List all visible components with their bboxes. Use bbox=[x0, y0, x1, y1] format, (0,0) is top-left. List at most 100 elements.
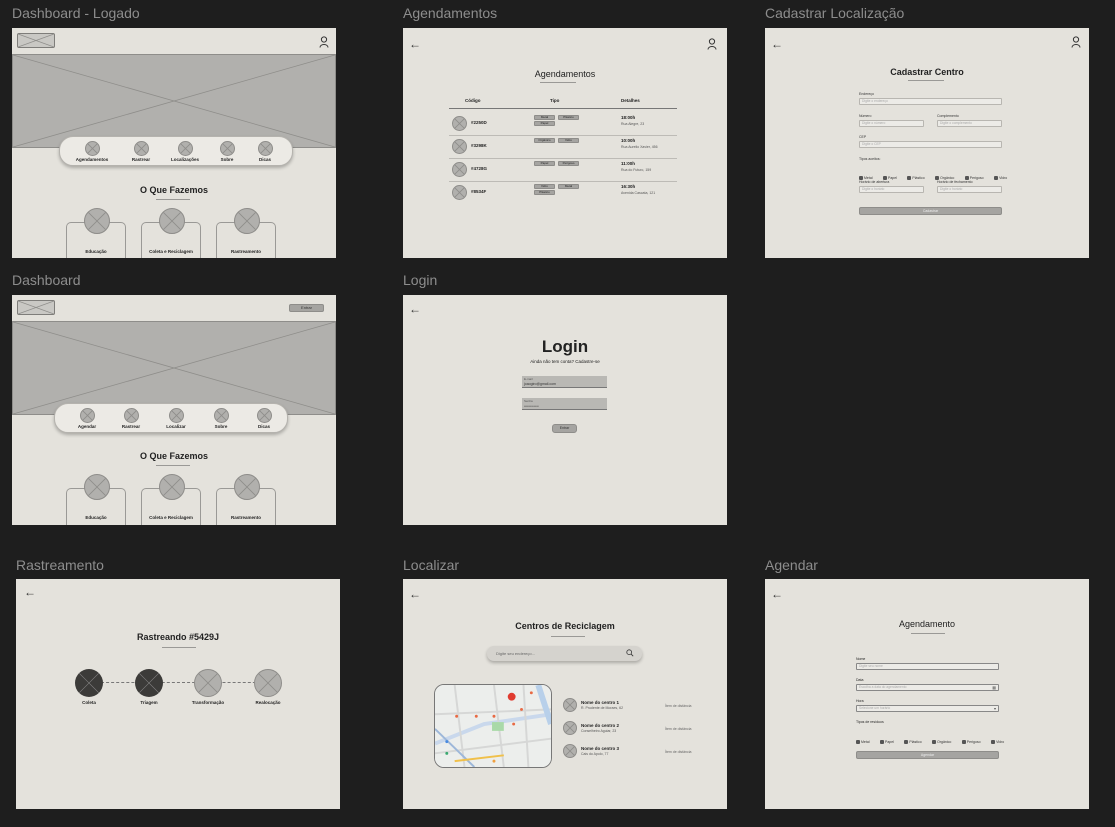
table-row[interactable]: #8534F Vidro Metal Plástico 16:30h Avenida Ca… bbox=[449, 184, 677, 206]
nav-item-localizar[interactable]: Localizar bbox=[156, 408, 196, 429]
back-arrow-icon[interactable]: ← bbox=[24, 586, 36, 598]
calendar-icon[interactable]: ▦ bbox=[992, 685, 996, 690]
complemento-input[interactable]: Digite o complemento bbox=[937, 120, 1002, 127]
endereco-input[interactable]: Digite o endereço bbox=[859, 98, 1002, 105]
numero-input[interactable]: Digite o número bbox=[859, 120, 924, 127]
frame-cadastrar: ← Cadastrar Centro Endereço Digite o end… bbox=[765, 28, 1089, 258]
row-code: #8534F bbox=[471, 189, 487, 194]
tag-badge: Vidro bbox=[558, 138, 579, 143]
checkbox-metal[interactable]: Metal bbox=[856, 740, 870, 745]
back-arrow-icon[interactable]: ← bbox=[409, 303, 421, 315]
table-row[interactable]: #4728G Papel Perigoso 11:00h Rua do Futuro, … bbox=[449, 161, 677, 183]
back-arrow-icon[interactable]: ← bbox=[771, 588, 783, 600]
checkbox-papel[interactable]: Papel bbox=[880, 740, 894, 745]
cadastrar-button[interactable]: Cadastrar bbox=[859, 207, 1002, 215]
frame-dashboard-logado: Agendamentos Rastrear Localizações Sobre… bbox=[12, 28, 336, 258]
row-icon bbox=[452, 116, 467, 131]
nav-item-agendar[interactable]: Agendar bbox=[67, 408, 107, 429]
back-arrow-icon[interactable]: ← bbox=[409, 588, 421, 600]
center-address: Conselheiro Aguiar, 23 bbox=[581, 729, 617, 733]
signup-link[interactable]: Ainda não tem conta? Cadastre-se bbox=[403, 359, 727, 364]
map[interactable] bbox=[434, 684, 552, 768]
entrar-button[interactable]: Entrar bbox=[552, 424, 577, 433]
frame-label-dashboard: Dashboard bbox=[12, 272, 81, 288]
senha-value: •••••••••••••• bbox=[524, 404, 539, 408]
title-underline bbox=[551, 636, 585, 637]
checkbox-perigoso[interactable]: Perigoso bbox=[961, 740, 981, 745]
nav-item-dicas[interactable]: Dicas bbox=[244, 408, 284, 429]
center-list-item[interactable]: Nome do centro 2 Conselheiro Aguiar, 23 Ít… bbox=[563, 720, 723, 740]
center-address: R. Prudente de Moraes, 62 bbox=[581, 706, 624, 710]
user-icon[interactable] bbox=[319, 36, 329, 48]
cep-label: CEP bbox=[859, 135, 867, 139]
step-transformacao-icon bbox=[194, 669, 222, 697]
logo[interactable] bbox=[17, 33, 55, 48]
nav-circle-icon bbox=[168, 408, 184, 423]
card-image-icon bbox=[84, 208, 110, 234]
nav-item-dicas[interactable]: Dicas bbox=[245, 141, 285, 162]
card-rastreamento[interactable]: Rastreamento bbox=[216, 474, 276, 525]
card-educacao[interactable]: Educação bbox=[66, 208, 126, 258]
fechamento-input[interactable]: Digite o horário bbox=[937, 186, 1002, 193]
nav-label: Agendar bbox=[77, 424, 97, 429]
nome-input[interactable]: Digite seu nome bbox=[856, 663, 999, 670]
data-input[interactable]: Escolha a data do agendamento ▦ bbox=[856, 684, 999, 691]
title-underline bbox=[156, 199, 190, 200]
frame-label-rastreamento: Rastreamento bbox=[16, 557, 104, 573]
frame-label-cadastrar: Cadastrar Localização bbox=[765, 5, 905, 21]
frame-rastreamento: ← Rastreando #5429J Coleta Triagem Trans… bbox=[16, 579, 340, 809]
nav-label: Dicas bbox=[257, 424, 270, 429]
checkbox-vidro[interactable]: Vidro bbox=[994, 176, 1007, 181]
tag-badge: Metal bbox=[558, 184, 579, 189]
senha-field[interactable]: Senha •••••••••••••• bbox=[522, 398, 607, 410]
nav-circle-icon bbox=[256, 408, 272, 423]
tracking-line bbox=[101, 682, 266, 683]
step-coleta-icon bbox=[75, 669, 103, 697]
tipos-label: Tipos de resíduos bbox=[856, 720, 884, 724]
row-code: #2250D bbox=[471, 120, 487, 125]
address-search-input[interactable]: Digite seu endereço... bbox=[487, 646, 642, 661]
card-coleta[interactable]: Coleta e Reciclagem bbox=[141, 474, 201, 525]
logo[interactable] bbox=[17, 300, 55, 315]
card-educacao[interactable]: Educação bbox=[66, 474, 126, 525]
user-icon[interactable] bbox=[1071, 36, 1081, 48]
frame-localizar: ← Centros de Reciclagem Digite seu ender… bbox=[403, 579, 727, 809]
card-label: Coleta e Reciclagem bbox=[149, 515, 193, 520]
fechamento-label: Horário de fechamento bbox=[937, 180, 973, 184]
page-title: Agendamentos bbox=[534, 69, 596, 79]
checkbox-organico[interactable]: Orgânico bbox=[932, 740, 951, 745]
senha-label: Senha bbox=[524, 399, 533, 403]
checkbox-plastico[interactable]: Plástico bbox=[904, 740, 922, 745]
table-row[interactable]: #2250D Metal Plástico Papel 18:00h Rua Alegre… bbox=[449, 115, 677, 137]
table-header-line bbox=[449, 108, 677, 109]
title-underline bbox=[162, 647, 196, 648]
nav-item-sobre[interactable]: Sobre bbox=[201, 408, 241, 429]
abertura-input[interactable]: Digite o horário bbox=[859, 186, 924, 193]
back-arrow-icon[interactable]: ← bbox=[771, 38, 783, 50]
card-coleta[interactable]: Coleta e Reciclagem bbox=[141, 208, 201, 258]
title-underline bbox=[911, 633, 945, 634]
entrar-button[interactable]: Entrar bbox=[289, 304, 324, 312]
checkbox-vidro[interactable]: Vidro bbox=[991, 740, 1004, 745]
cep-input[interactable]: Digite o CEP bbox=[859, 141, 1002, 148]
search-icon[interactable] bbox=[626, 649, 634, 657]
hora-select[interactable]: Selecione um horário ▾ bbox=[856, 705, 999, 712]
nav-item-localizacoes[interactable]: Localizações bbox=[165, 141, 205, 162]
row-divider bbox=[449, 181, 677, 182]
agendar-button[interactable]: Agendar bbox=[856, 751, 999, 759]
step-label: Realocação bbox=[255, 700, 281, 705]
back-arrow-icon[interactable]: ← bbox=[409, 38, 421, 50]
step-triagem-icon bbox=[135, 669, 163, 697]
nav-item-agendamentos[interactable]: Agendamentos bbox=[72, 141, 112, 162]
center-list-item[interactable]: Nome do centro 1 R. Prudente de Moraes, 6… bbox=[563, 697, 723, 717]
center-list-item[interactable]: Nome do centro 3 Cais do Apolo, 77 Ítem de… bbox=[563, 743, 723, 763]
email-field[interactable]: E-mail joaogiro@gmail.com bbox=[522, 376, 607, 388]
nav-item-rastrear[interactable]: Rastrear bbox=[121, 141, 161, 162]
nav-item-sobre[interactable]: Sobre bbox=[207, 141, 247, 162]
nav-item-rastrear[interactable]: Rastrear bbox=[111, 408, 151, 429]
card-rastreamento[interactable]: Rastreamento bbox=[216, 208, 276, 258]
table-row[interactable]: #3298K Orgânico Vidro 10:00h Rua Aurelio Xav… bbox=[449, 138, 677, 160]
checkbox-plastico[interactable]: Plástico bbox=[907, 176, 925, 181]
user-icon[interactable] bbox=[707, 38, 717, 50]
nav-circle-icon bbox=[123, 408, 139, 423]
